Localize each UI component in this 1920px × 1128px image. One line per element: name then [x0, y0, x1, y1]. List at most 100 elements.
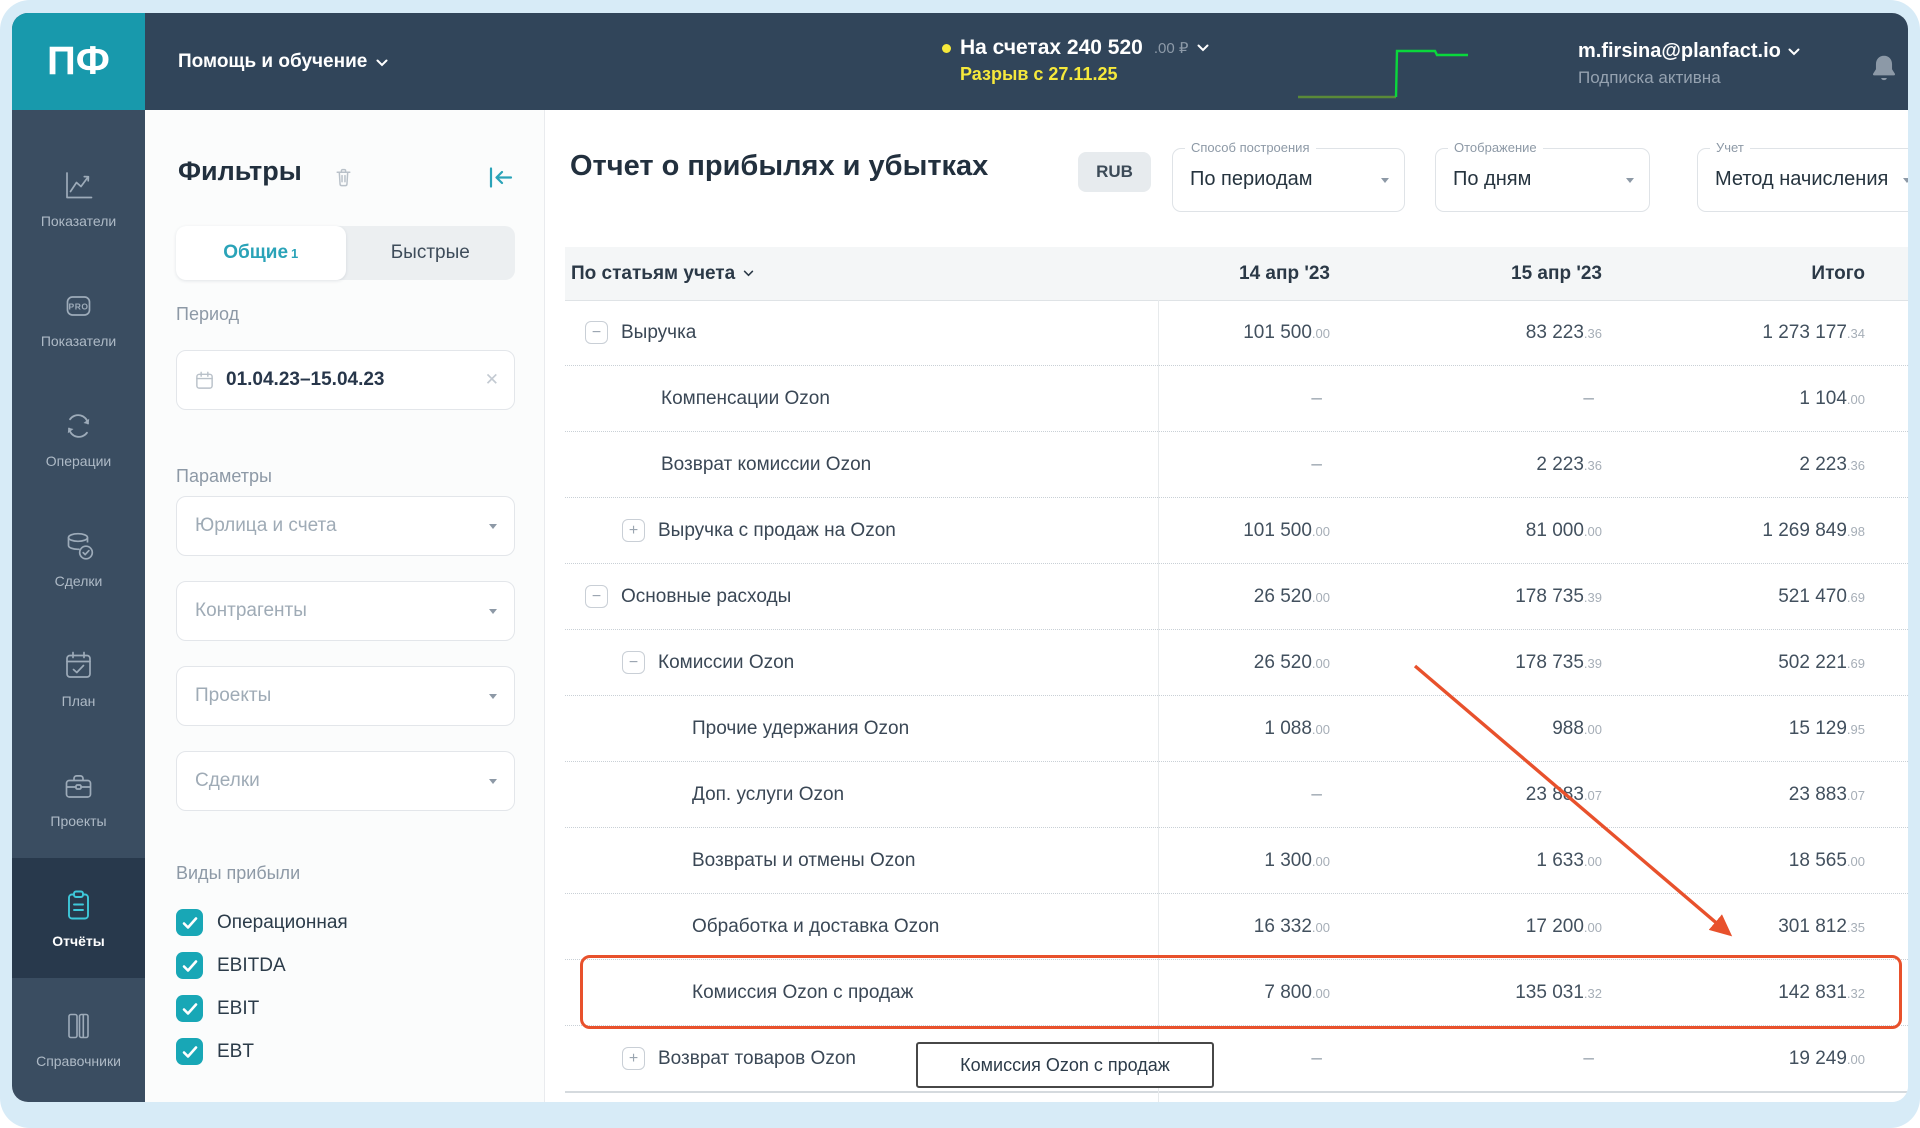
chart-icon — [60, 168, 97, 204]
tooltip: Комиссия Ozon с продаж — [916, 1042, 1214, 1088]
pro-icon: PRO — [60, 288, 97, 324]
table-header: По статьям учета 14 апр '23 15 апр '23 Ито… — [565, 247, 1908, 301]
row-value: 26 520.00 — [1253, 585, 1330, 607]
filter-dropdown[interactable]: Сделки — [176, 751, 515, 811]
column-header: 14 апр '23 — [1239, 262, 1330, 284]
filter-dropdown[interactable]: Проекты — [176, 666, 515, 726]
subscription-status: Подписка активна — [1578, 68, 1721, 87]
checkbox-checked[interactable] — [176, 995, 203, 1022]
table-row[interactable]: Комиссия Ozon с продаж 7 800.00 135 031.32… — [565, 960, 1908, 1026]
filters-panel: Фильтры Общие 1 Быстрые Период 01.04.23–1… — [145, 110, 545, 1102]
expand-row-icon[interactable]: + — [622, 519, 645, 542]
books-icon — [60, 1008, 97, 1044]
sidebar-item-Проекты[interactable]: Проекты — [12, 738, 145, 858]
sidebar-item-Показатели[interactable]: Показатели — [12, 138, 145, 258]
chevron-down-icon — [489, 693, 497, 699]
checkbox-checked[interactable] — [176, 909, 203, 936]
column-header: 15 апр '23 — [1511, 262, 1602, 284]
row-value: – — [1311, 453, 1322, 475]
sidebar-item-Сделки[interactable]: Сделки — [12, 498, 145, 618]
filters-title: Фильтры — [178, 156, 302, 186]
row-value: – — [1311, 387, 1322, 409]
tab-general[interactable]: Общие 1 — [176, 226, 346, 280]
checkbox-checked[interactable] — [176, 952, 203, 979]
table-row[interactable]: + Возврат товаров Ozon – –19 249.00 — [565, 1026, 1908, 1092]
clear-filters-trash-icon[interactable] — [333, 166, 354, 188]
user-email: m.firsina@planfact.io — [1578, 40, 1781, 62]
table-body: − Выручка 101 500.00 83 223.36 1 273 177.34 К… — [565, 300, 1908, 1102]
profit-type-EBITDA[interactable]: EBITDA — [176, 952, 348, 979]
tab-quick[interactable]: Быстрые — [346, 226, 516, 280]
table-row[interactable]: − Основные расходы 26 520.00 178 735.39 521 … — [565, 564, 1908, 630]
collapse-row-icon[interactable]: − — [585, 585, 608, 608]
sidebar-item-extra[interactable] — [12, 1098, 145, 1102]
row-value: 15 129.95 — [1788, 717, 1865, 739]
sidebar-item-label: Проекты — [50, 812, 107, 829]
window-frame: ПФ Помощь и обучение На счетах 240 520 .… — [0, 0, 1920, 1128]
report-select-3[interactable]: Учет Метод начисления — [1697, 140, 1908, 212]
row-value: 1 088.00 — [1264, 717, 1330, 739]
chevron-down-icon — [489, 778, 497, 784]
filter-dropdown[interactable]: Контрагенты — [176, 581, 515, 641]
row-value: 81 000.00 — [1525, 519, 1602, 541]
table-row[interactable]: Возврат комиссии Ozon – 2 223.36 2 223.36 — [565, 432, 1908, 498]
group-by-select[interactable]: По статьям учета — [565, 263, 1138, 285]
notifications-bell-icon[interactable] — [1866, 49, 1902, 89]
row-value: 23 883.07 — [1788, 783, 1865, 805]
row-name: − Выручка — [565, 321, 1138, 344]
expand-row-icon[interactable]: + — [622, 1047, 645, 1070]
table-row[interactable]: − Выручка 101 500.00 83 223.36 1 273 177.34 — [565, 300, 1908, 366]
table-row[interactable]: + Выручка с продаж на Ozon 101 500.00 81 00… — [565, 498, 1908, 564]
chevron-down-icon — [1197, 44, 1209, 52]
column-divider — [1158, 300, 1159, 1102]
profit-type-EBIT[interactable]: EBIT — [176, 995, 348, 1022]
profit-type-EBT[interactable]: EBT — [176, 1038, 348, 1065]
table-row[interactable]: Прибыль до налогов (EBT) — [565, 1091, 1908, 1102]
checkbox-checked[interactable] — [176, 1038, 203, 1065]
balance-sparkline — [1298, 49, 1468, 99]
collapse-panel-icon[interactable] — [487, 166, 514, 189]
sync-icon — [60, 408, 97, 444]
sidebar-item-label: Показатели — [40, 332, 117, 349]
sidebar-item-Операции[interactable]: Операции — [12, 378, 145, 498]
row-name: Доп. услуги Ozon — [692, 783, 845, 805]
row-value: 2 223.36 — [1799, 453, 1865, 475]
help-menu[interactable]: Помощь и обучение — [178, 13, 388, 110]
period-input[interactable]: 01.04.23–15.04.23 ✕ — [176, 350, 515, 410]
report-select-2[interactable]: Отображение По дням — [1435, 140, 1650, 212]
table-row[interactable]: Возвраты и отмены Ozon 1 300.00 1 633.00 18… — [565, 828, 1908, 894]
table-row[interactable]: Доп. услуги Ozon – 23 883.07 23 883.07 — [565, 762, 1908, 828]
row-name: Возврат комиссии Ozon — [661, 453, 872, 475]
page-title: Отчет о прибылях и убытках — [570, 150, 989, 182]
table-row[interactable]: Обработка и доставка Ozon 16 332.00 17 200… — [565, 894, 1908, 960]
period-label: Период — [176, 304, 240, 324]
row-value: 23 883.07 — [1525, 783, 1602, 805]
deals-icon — [60, 528, 97, 564]
sidebar-item-План[interactable]: План — [12, 618, 145, 738]
app-logo[interactable]: ПФ — [12, 13, 145, 110]
collapse-row-icon[interactable]: − — [585, 321, 608, 344]
tab-general-count: 1 — [291, 245, 299, 261]
sidebar-item-Отчёты[interactable]: Отчёты — [12, 858, 145, 978]
row-value: 502 221.69 — [1778, 651, 1865, 673]
user-menu[interactable]: m.firsina@planfact.io Подписка активна — [1578, 40, 1800, 88]
accounts-balance[interactable]: На счетах 240 520 .00 ₽ Разрыв с 27.11.2… — [942, 36, 1209, 85]
help-menu-label: Помощь и обучение — [178, 50, 368, 72]
accounts-decimals: .00 ₽ — [1153, 40, 1189, 57]
svg-text:PRO: PRO — [69, 301, 89, 311]
collapse-row-icon[interactable]: − — [622, 651, 645, 674]
row-name: Обработка и доставка Ozon — [692, 915, 940, 937]
filter-dropdown[interactable]: Юрлица и счета — [176, 496, 515, 556]
row-name: Комиссия Ozon с продаж — [692, 981, 914, 1003]
sidebar-item-Справочники[interactable]: Справочники — [12, 978, 145, 1098]
profit-type-Операционная[interactable]: Операционная — [176, 909, 348, 936]
parameters-label: Параметры — [176, 466, 272, 486]
row-value: 17 200.00 — [1525, 915, 1602, 937]
table-row[interactable]: Прочие удержания Ozon 1 088.00 988.00 15 12… — [565, 696, 1908, 762]
table-row[interactable]: − Комиссии Ozon 26 520.00 178 735.39 502 221… — [565, 630, 1908, 696]
clear-period-icon[interactable]: ✕ — [485, 370, 499, 390]
sidebar-item-Показатели[interactable]: PRO Показатели — [12, 258, 145, 378]
table-row[interactable]: Компенсации Ozon – – 1 104.00 — [565, 366, 1908, 432]
currency-badge[interactable]: RUB — [1078, 152, 1151, 192]
report-select-1[interactable]: Способ построения По периодам — [1172, 140, 1405, 212]
